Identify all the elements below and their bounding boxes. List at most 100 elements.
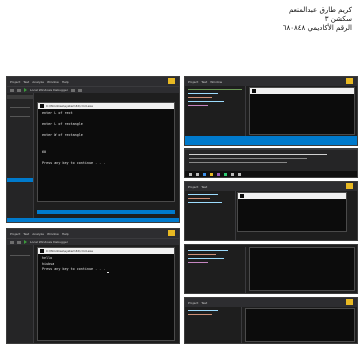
app-icon[interactable]	[231, 172, 234, 176]
step-icon[interactable]	[70, 88, 75, 92]
code-editor	[185, 191, 236, 240]
menu-bar: Project Test Window	[185, 77, 357, 86]
menu-window[interactable]: Window	[210, 80, 222, 84]
menu-window[interactable]: Window	[47, 80, 59, 84]
screenshot-right-4	[184, 244, 358, 294]
list-row	[189, 158, 307, 159]
section-label: سكشن ٣	[324, 15, 352, 23]
code-line	[188, 258, 224, 259]
back-icon[interactable]	[10, 88, 14, 92]
academic-id: الرقم الأكاديمي ٦٨٠٨٤٨	[282, 24, 352, 32]
code-line	[188, 250, 228, 251]
console-line: enter L of rectangle	[42, 122, 83, 126]
menu-help[interactable]: Help	[62, 80, 69, 84]
play-icon[interactable]	[24, 240, 27, 244]
text-cursor	[107, 271, 110, 273]
console-line: hello	[42, 256, 53, 260]
code-editor	[185, 307, 242, 343]
error-list-panel	[185, 149, 357, 172]
menu-test[interactable]: Test	[201, 185, 207, 189]
debugger-label[interactable]: Local Windows Debugger	[30, 88, 68, 92]
forward-icon[interactable]	[17, 240, 21, 244]
back-icon[interactable]	[10, 240, 14, 244]
notification-icon[interactable]	[346, 183, 353, 189]
menu-project[interactable]: Project	[10, 80, 20, 84]
console-title: C:\Windows\system32\cmd.exe	[46, 249, 93, 253]
code-line	[188, 97, 212, 98]
menu-analyze[interactable]: Analyze	[32, 232, 44, 236]
solution-explorer	[7, 93, 34, 222]
output-tabs[interactable]	[37, 210, 175, 214]
menu-project[interactable]: Project	[188, 80, 198, 84]
console-line: hiubsa	[42, 261, 55, 266]
console-window: C:\Windows\system32\cmd.exe hello hiubsa…	[37, 247, 175, 341]
solution-explorer	[7, 245, 34, 343]
code-line	[188, 198, 210, 199]
code-line	[188, 105, 208, 106]
console-line: enter L of rect	[42, 111, 73, 115]
visual-studio-icon[interactable]	[217, 172, 220, 176]
student-info: كريم طارق عبدالمنعم سكشن ٣ الرقم الأكادي…	[202, 6, 352, 33]
menu-project[interactable]: Project	[188, 185, 198, 189]
menu-bar: Project Test Analyze Window Help	[7, 229, 179, 238]
console-window: C:\Windows\system32\cmd.exe enter L of r…	[37, 102, 175, 202]
menu-window[interactable]: Window	[47, 232, 59, 236]
search-icon[interactable]	[196, 172, 199, 176]
console-window	[249, 87, 355, 135]
console-title-bar: C:\Windows\system32\cmd.exe	[38, 103, 174, 109]
cmd-icon	[240, 194, 244, 198]
notification-icon[interactable]	[168, 230, 175, 236]
debugger-label[interactable]: Local Windows Debugger	[30, 240, 68, 244]
explorer-header	[7, 95, 33, 99]
code-line	[188, 89, 242, 90]
edge-icon[interactable]	[203, 172, 206, 176]
screenshot-top-left: Project Test Analyze Window Help Local W…	[6, 76, 180, 223]
code-line	[188, 101, 224, 102]
menu-bar: Project Test	[185, 182, 357, 191]
cmd-icon	[40, 104, 44, 108]
console-title-bar	[238, 193, 346, 199]
notification-icon[interactable]	[346, 299, 353, 305]
play-icon[interactable]	[24, 88, 27, 92]
app-icon[interactable]	[224, 172, 227, 176]
menu-test[interactable]: Test	[201, 80, 207, 84]
explorer-divider	[10, 116, 30, 117]
code-line	[188, 254, 216, 255]
console-line: Press any key to continue . . .	[42, 267, 106, 271]
menu-project[interactable]: Project	[10, 232, 20, 236]
code-line	[188, 202, 222, 203]
console-title: C:\Windows\system32\cmd.exe	[46, 104, 93, 108]
selected-item[interactable]	[7, 178, 33, 182]
menu-help[interactable]: Help	[62, 232, 69, 236]
code-line	[188, 314, 212, 315]
screenshot-bottom-left: Project Test Analyze Window Help Local W…	[6, 228, 180, 344]
console-output: hello hiubsa Press any key to continue .…	[38, 254, 174, 275]
notification-icon[interactable]	[346, 78, 353, 84]
menu-project[interactable]: Project	[188, 301, 198, 305]
toolbar: Local Windows Debugger	[7, 86, 179, 93]
console-title-bar: C:\Windows\system32\cmd.exe	[38, 248, 174, 254]
menu-test[interactable]: Test	[23, 232, 29, 236]
forward-icon[interactable]	[17, 88, 21, 92]
menu-test[interactable]: Test	[23, 80, 29, 84]
screenshot-right-5: Project Test	[184, 297, 358, 344]
student-name: كريم طارق عبدالمنعم	[288, 6, 352, 14]
menu-bar: Project Test	[185, 298, 357, 307]
menu-bar: Project Test Analyze Window Help	[7, 77, 179, 86]
taskbar	[185, 171, 357, 177]
code-line	[188, 194, 218, 195]
app-icon[interactable]	[238, 172, 241, 176]
status-bar	[7, 218, 179, 222]
explorer-divider	[10, 107, 30, 108]
menu-test[interactable]: Test	[201, 301, 207, 305]
break-icon[interactable]	[77, 88, 82, 92]
code-line	[188, 93, 218, 94]
screenshot-right-2	[184, 148, 358, 178]
output-tabs[interactable]	[185, 136, 357, 145]
code-line	[188, 262, 208, 263]
notification-icon[interactable]	[168, 78, 175, 84]
start-icon[interactable]	[189, 172, 192, 176]
console-window	[245, 308, 355, 342]
folder-icon[interactable]	[210, 172, 213, 176]
menu-analyze[interactable]: Analyze	[32, 80, 44, 84]
